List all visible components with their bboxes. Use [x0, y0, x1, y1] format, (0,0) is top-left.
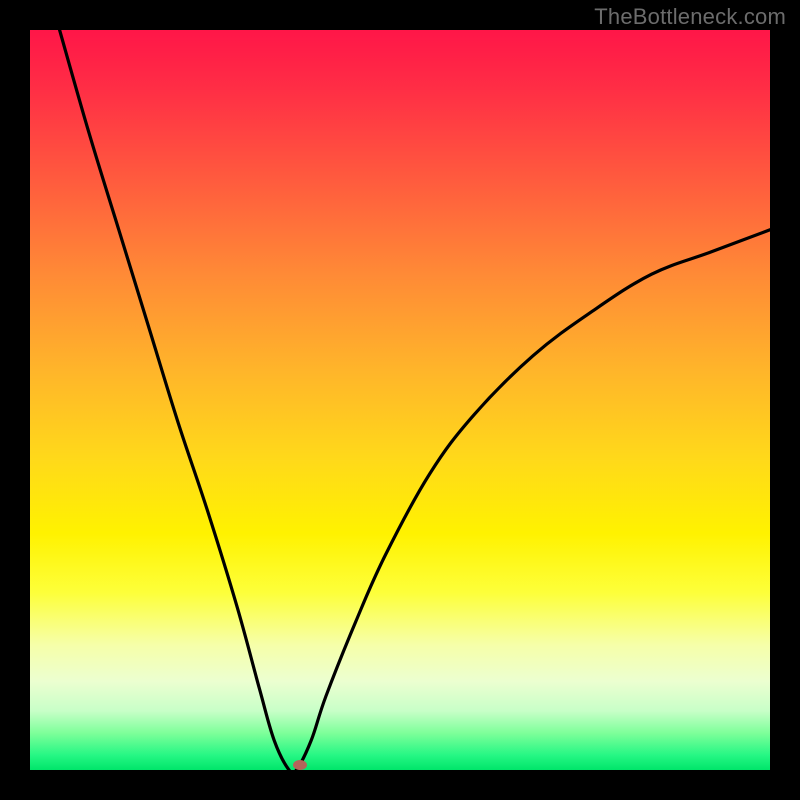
- chart-outer: TheBottleneck.com: [0, 0, 800, 800]
- curve-svg: [30, 30, 770, 770]
- curve-path: [60, 30, 770, 770]
- watermark-text: TheBottleneck.com: [594, 4, 786, 30]
- minimum-marker: [293, 760, 307, 770]
- plot-area: [30, 30, 770, 770]
